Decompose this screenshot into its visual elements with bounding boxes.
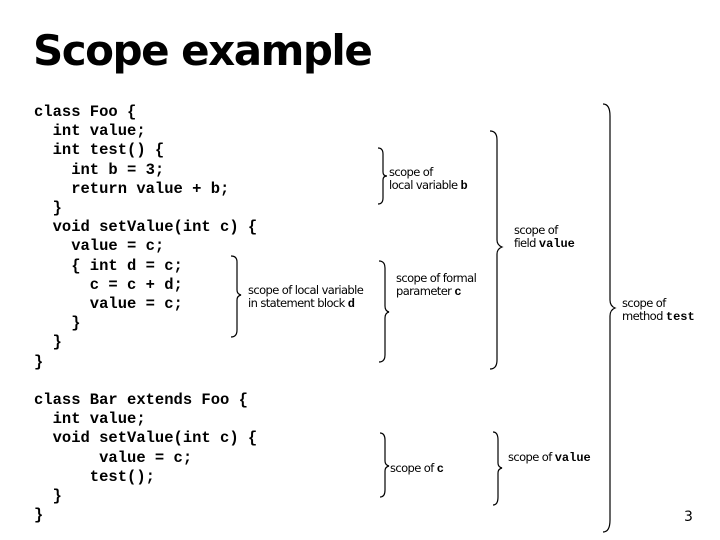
annotation-text: parameter — [396, 284, 455, 298]
annotation-code: value — [538, 237, 575, 251]
annotation-text: scope of — [508, 450, 555, 464]
brace-block-d — [230, 255, 242, 338]
annotation-code: test — [665, 310, 695, 324]
scope-braces — [230, 103, 617, 533]
annotation-code: d — [347, 297, 355, 311]
annotation-code: c — [454, 285, 462, 299]
annotation-local-b: scope of local variable b — [389, 166, 468, 193]
annotation-bar-value: scope of value — [508, 451, 591, 465]
annotation-text: method — [622, 309, 666, 323]
brace-method-test — [602, 103, 617, 533]
brace-field-value — [489, 130, 504, 370]
annotation-field-value: scope of field value — [514, 224, 575, 251]
brace-bar-value — [492, 431, 503, 506]
brace-local-b — [377, 147, 388, 205]
annotation-text: in statement block — [248, 296, 348, 310]
annotation-code: b — [460, 179, 468, 193]
annotation-bar-c: scope of c — [390, 462, 444, 476]
page-number: 3 — [684, 509, 693, 525]
annotation-text: field — [514, 236, 539, 250]
brace-param-c — [378, 260, 390, 363]
annotation-code: value — [554, 451, 591, 465]
brace-bar-c — [379, 432, 390, 498]
annotation-block-d: scope of local variable in statement blo… — [248, 284, 364, 311]
annotation-text: scope of — [390, 461, 437, 475]
annotation-method-test: scope of method test — [622, 297, 695, 324]
annotation-param-c: scope of formal parameter c — [396, 272, 477, 299]
annotation-code: c — [436, 462, 444, 476]
annotation-text: local variable — [389, 178, 461, 192]
